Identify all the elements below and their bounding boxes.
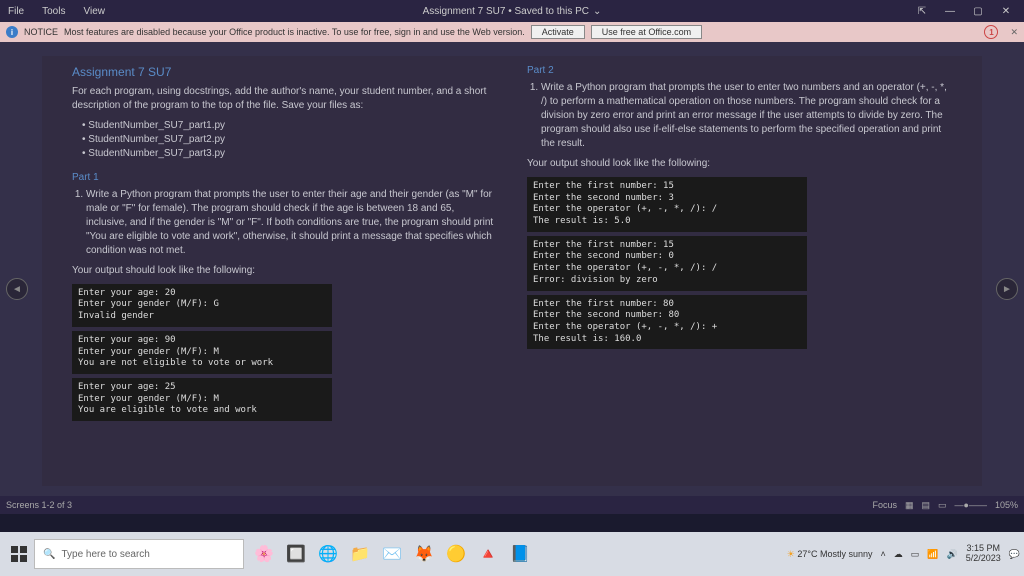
terminal-output: Enter your age: 20 Enter your gender (M/… <box>72 284 332 327</box>
taskbar-mail-icon[interactable]: ✉️ <box>378 539 406 569</box>
intro-text: For each program, using docstrings, add … <box>72 85 497 113</box>
weather-widget[interactable]: ☀ 27°C Mostly sunny <box>787 549 873 560</box>
view-icon[interactable]: ▭ <box>938 500 947 511</box>
info-icon: i <box>6 26 18 38</box>
file-item: StudentNumber_SU7_part2.py <box>82 133 497 147</box>
minimize-button[interactable]: ― <box>938 6 962 17</box>
terminal-output: Enter the first number: 15 Enter the sec… <box>527 236 807 291</box>
tray-notification-icon[interactable]: 💬 <box>1009 549 1020 560</box>
output-label: Your output should look like the followi… <box>72 264 497 278</box>
terminal-output: Enter your age: 25 Enter your gender (M/… <box>72 378 332 421</box>
screen-count: Screens 1-2 of 3 <box>6 500 72 510</box>
notification-badge[interactable]: 1 <box>984 25 998 39</box>
next-page-button[interactable]: ► <box>996 278 1018 300</box>
taskbar-edge-icon[interactable]: 🌐 <box>314 539 342 569</box>
taskbar-app-icon[interactable]: 🔲 <box>282 539 310 569</box>
taskbar-app-icon[interactable]: 🌸 <box>250 539 278 569</box>
search-input[interactable]: 🔍 Type here to search <box>34 539 244 569</box>
document-page: Assignment 7 SU7 For each program, using… <box>42 56 982 486</box>
menu-view[interactable]: View <box>83 6 105 17</box>
maximize-button[interactable]: ▢ <box>966 6 990 17</box>
taskbar-explorer-icon[interactable]: 📁 <box>346 539 374 569</box>
part1-title: Part 1 <box>72 171 497 185</box>
terminal-output: Enter the first number: 15 Enter the sec… <box>527 177 807 232</box>
terminal-output: Enter your age: 90 Enter your gender (M/… <box>72 331 332 374</box>
file-item: StudentNumber_SU7_part3.py <box>82 147 497 161</box>
tray-cloud-icon[interactable]: ☁ <box>894 549 903 560</box>
prev-page-button[interactable]: ◄ <box>6 278 28 300</box>
focus-label[interactable]: Focus <box>872 500 897 510</box>
use-free-button[interactable]: Use free at Office.com <box>591 25 702 39</box>
zoom-slider[interactable]: ―●―― <box>955 500 987 510</box>
file-item: StudentNumber_SU7_part1.py <box>82 119 497 133</box>
close-notice-icon[interactable]: ✕ <box>1010 27 1018 38</box>
doc-title: Assignment 7 SU7 • Saved to this PC <box>423 6 589 17</box>
taskbar-vlc-icon[interactable]: 🔺 <box>474 539 502 569</box>
clock[interactable]: 3:15 PM 5/2/2023 <box>966 544 1001 564</box>
menu-file[interactable]: File <box>8 6 24 17</box>
search-placeholder: Type here to search <box>61 549 149 560</box>
tray-chevron-icon[interactable]: ˄ <box>881 549 886 559</box>
tray-wifi-icon[interactable]: 📶 <box>927 549 938 560</box>
chevron-down-icon[interactable]: ⌄ <box>593 6 601 17</box>
notice-label: NOTICE <box>24 27 58 37</box>
output-label: Your output should look like the followi… <box>527 157 952 171</box>
part2-instruction: Write a Python program that prompts the … <box>541 81 952 151</box>
close-button[interactable]: ✕ <box>994 6 1018 17</box>
tray-battery-icon[interactable]: ▭ <box>911 549 920 560</box>
part2-title: Part 2 <box>527 64 952 78</box>
activate-button[interactable]: Activate <box>531 25 585 39</box>
part1-instruction: Write a Python program that prompts the … <box>86 188 497 258</box>
zoom-level[interactable]: 105% <box>995 500 1018 510</box>
view-icon[interactable]: ▤ <box>922 500 931 511</box>
menu-tools[interactable]: Tools <box>42 6 65 17</box>
taskbar-chrome-icon[interactable]: 🟡 <box>442 539 470 569</box>
notice-text: Most features are disabled because your … <box>64 27 525 37</box>
taskbar-firefox-icon[interactable]: 🦊 <box>410 539 438 569</box>
start-button[interactable] <box>4 539 34 569</box>
view-icon[interactable]: ▦ <box>905 500 914 511</box>
search-icon: 🔍 <box>43 549 55 560</box>
terminal-output: Enter the first number: 80 Enter the sec… <box>527 295 807 350</box>
tray-volume-icon[interactable]: 🔊 <box>947 549 958 560</box>
page-title: Assignment 7 SU7 <box>72 64 497 81</box>
share-icon[interactable]: ⇱ <box>910 6 934 17</box>
taskbar-word-icon[interactable]: 📘 <box>506 539 534 569</box>
